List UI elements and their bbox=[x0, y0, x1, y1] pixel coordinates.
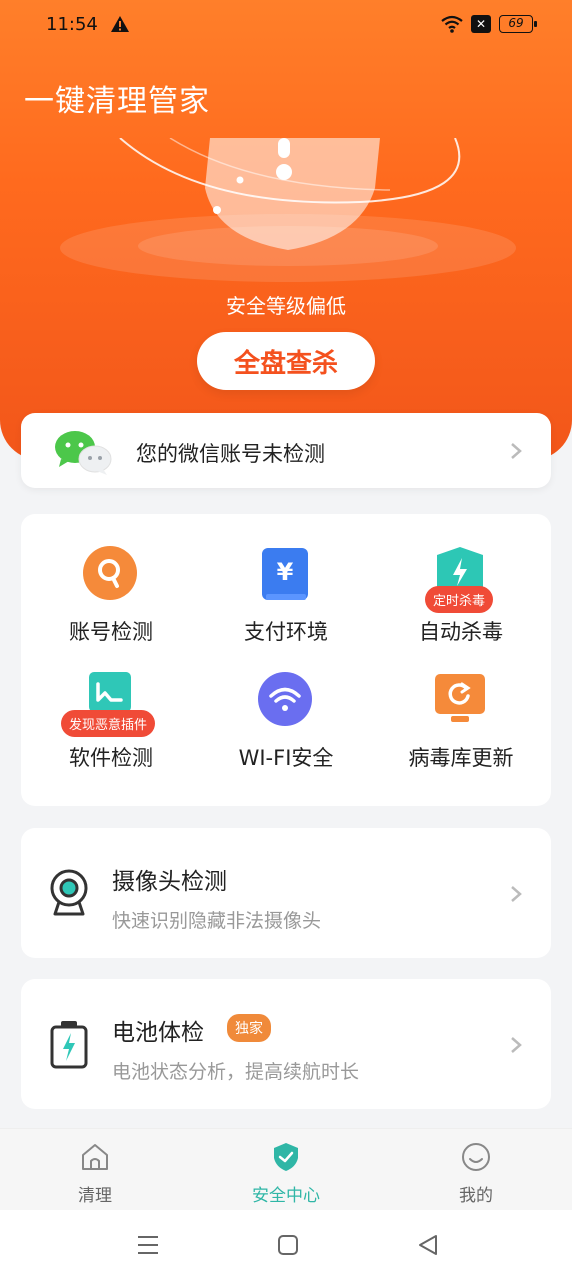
wechat-icon bbox=[55, 431, 112, 475]
nav-label: 清理 bbox=[78, 1186, 112, 1206]
grid-item-virus-db-update[interactable]: 病毒库更新 bbox=[373, 670, 549, 780]
battery-icon bbox=[50, 1021, 88, 1069]
camera-check-title: 摄像头检测 bbox=[112, 869, 227, 895]
page-title: 一键清理管家 bbox=[24, 84, 210, 119]
status-bar: 11:54 ✕ 69 bbox=[0, 0, 572, 52]
nav-item-security-center[interactable]: 安全中心 bbox=[226, 1129, 346, 1211]
home-icon bbox=[82, 1144, 108, 1170]
battery-icon: 69 bbox=[499, 15, 537, 33]
grid-label: 账号检测 bbox=[69, 620, 153, 644]
home-square-icon[interactable] bbox=[276, 1234, 300, 1256]
camera-check-card[interactable]: 摄像头检测 快速识别隐藏非法摄像头 bbox=[21, 828, 551, 958]
exclusive-badge: 独家 bbox=[227, 1014, 271, 1042]
bottom-nav: 清理 安全中心 我的 bbox=[0, 1128, 572, 1210]
malicious-plugin-tag: 发现恶意插件 bbox=[61, 710, 156, 737]
chevron-right-icon bbox=[511, 886, 522, 902]
shield-check-icon bbox=[274, 1143, 298, 1171]
wifi-icon bbox=[441, 15, 463, 33]
grid-item-payment-env[interactable]: ¥ 支付环境 bbox=[198, 544, 374, 654]
grid-label: 自动杀毒 bbox=[419, 620, 503, 644]
security-level-text: 安全等级偏低 bbox=[226, 294, 346, 318]
camera-check-subtitle: 快速识别隐藏非法摄像头 bbox=[112, 910, 322, 932]
smile-icon bbox=[462, 1143, 490, 1171]
nav-label: 我的 bbox=[459, 1186, 493, 1206]
close-box-icon: ✕ bbox=[471, 15, 491, 33]
full-scan-button[interactable]: 全盘查杀 bbox=[197, 332, 375, 390]
chevron-right-icon bbox=[511, 443, 522, 459]
svg-text:¥: ¥ bbox=[277, 558, 294, 586]
nav-label: 安全中心 bbox=[252, 1186, 320, 1206]
back-icon[interactable] bbox=[416, 1234, 440, 1256]
wechat-status-label: 您的微信账号未检测 bbox=[136, 442, 325, 466]
shield-illustration bbox=[60, 138, 516, 282]
grid-label: 病毒库更新 bbox=[408, 746, 514, 770]
nav-item-mine[interactable]: 我的 bbox=[416, 1129, 536, 1211]
grid-item-account-check[interactable]: 账号检测 bbox=[23, 544, 199, 654]
security-tools-grid: 账号检测 ¥ 支付环境 定时杀毒 自动杀毒 发现恶意插件 软件检测 WI-FI安… bbox=[21, 514, 551, 806]
grid-label: WI-FI安全 bbox=[238, 746, 334, 770]
battery-check-card[interactable]: 电池体检 独家 电池状态分析，提高续航时长 bbox=[21, 979, 551, 1109]
grid-item-auto-antivirus[interactable]: 定时杀毒 自动杀毒 bbox=[373, 544, 549, 654]
wifi-icon bbox=[258, 672, 312, 726]
hero-header: 11:54 ✕ 69 一键清理管家 安全等级偏低 全盘查杀 bbox=[0, 0, 572, 460]
system-nav-bar bbox=[0, 1210, 572, 1280]
battery-check-title: 电池体检 bbox=[112, 1020, 204, 1046]
chevron-right-icon bbox=[511, 1037, 522, 1053]
wechat-check-card[interactable]: 您的微信账号未检测 bbox=[21, 413, 551, 488]
warning-icon bbox=[111, 16, 129, 32]
grid-label: 支付环境 bbox=[244, 620, 328, 644]
camera-icon bbox=[50, 869, 88, 916]
yuan-icon: ¥ bbox=[262, 548, 308, 600]
grid-item-wifi-security[interactable]: WI-FI安全 bbox=[198, 670, 374, 780]
search-icon bbox=[83, 546, 137, 600]
grid-label: 软件检测 bbox=[69, 746, 153, 770]
refresh-monitor-icon bbox=[435, 674, 485, 722]
menu-icon[interactable] bbox=[136, 1234, 160, 1256]
nav-item-clean[interactable]: 清理 bbox=[35, 1129, 155, 1211]
grid-item-software-check[interactable]: 发现恶意插件 软件检测 bbox=[23, 670, 199, 780]
status-time: 11:54 bbox=[46, 14, 98, 35]
scheduled-scan-tag: 定时杀毒 bbox=[425, 586, 494, 613]
battery-check-subtitle: 电池状态分析，提高续航时长 bbox=[112, 1061, 360, 1083]
